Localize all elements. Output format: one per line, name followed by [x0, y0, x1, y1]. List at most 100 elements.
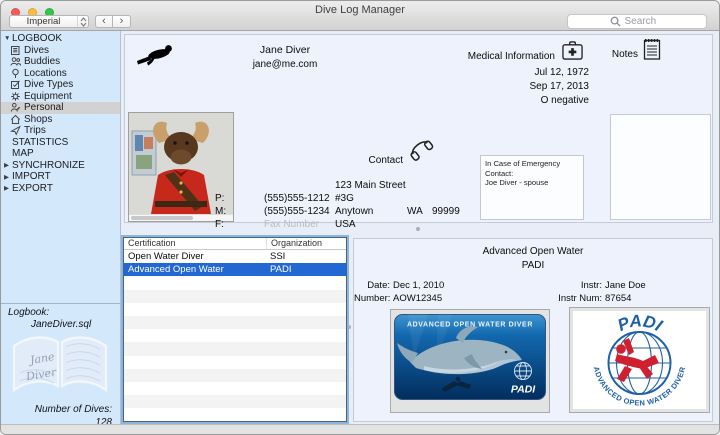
- table-row[interactable]: Open Water Diver SSI: [124, 250, 346, 263]
- notepad-icon: [643, 37, 661, 64]
- diver-email[interactable]: jane@me.com: [165, 59, 405, 70]
- titlebar: Dive Log Manager Imperial: [1, 1, 719, 31]
- logbook-illustration: Jane Diver: [4, 326, 116, 404]
- table-row-empty: [124, 303, 346, 316]
- phone-icon: [409, 138, 436, 168]
- sidebar-item-label: IMPORT: [12, 171, 51, 183]
- column-header-organization[interactable]: Organization: [266, 238, 346, 249]
- cell-organization: PADI: [270, 264, 292, 276]
- sidebar-item-statistics[interactable]: STATISTICS: [1, 137, 120, 149]
- certification-card-back[interactable]: PADI ADVANCED OPEN WATER DIVER: [569, 307, 710, 413]
- sidebar-item-label: Equipment: [24, 90, 72, 102]
- sidebar-item-label: SYNCHRONIZE: [12, 159, 85, 171]
- sidebar-item-label: Locations: [24, 67, 67, 79]
- personal-icon: [10, 102, 24, 113]
- address-state[interactable]: WA: [407, 205, 423, 218]
- medical-information-label: Medical Information: [467, 51, 555, 62]
- table-row-empty: [124, 356, 346, 369]
- table-splitter-handle[interactable]: [347, 325, 351, 329]
- table-row-empty: [124, 276, 346, 289]
- notes-label: Notes: [611, 49, 638, 60]
- certification-title: Advanced Open Water: [482, 246, 584, 257]
- number-label: Number:: [354, 293, 391, 304]
- address-country[interactable]: USA: [335, 218, 485, 231]
- certification-instructor: Instr: Jane Doe Instr Num: 87654: [474, 279, 646, 305]
- instructor-label: Instr:: [580, 280, 602, 291]
- sidebar-item-trips[interactable]: Trips: [1, 125, 120, 137]
- sidebar-item-logbook[interactable]: LOGBOOK: [1, 33, 120, 45]
- sidebar: LOGBOOKDivesBuddiesLocationsDive TypesEq…: [1, 31, 121, 428]
- logbook-label: Logbook:: [8, 307, 50, 318]
- sidebar-item-label: Personal: [24, 102, 64, 114]
- table-row-empty: [124, 329, 346, 342]
- sidebar-item-import[interactable]: IMPORT: [1, 171, 120, 183]
- certification-organization: PADI: [521, 260, 545, 271]
- sidebar-item-locations[interactable]: Locations: [1, 68, 120, 80]
- blood-type[interactable]: O negative: [445, 94, 589, 108]
- address-line2[interactable]: #3G: [335, 192, 485, 205]
- sidebar-item-buddies[interactable]: Buddies: [1, 56, 120, 68]
- sidebar-item-dives[interactable]: Dives: [1, 45, 120, 57]
- table-body: Open Water Diver SSI Advanced Open Water PA…: [124, 250, 346, 421]
- sidebar-item-personal[interactable]: Personal: [1, 102, 120, 114]
- sidebar-item-equipment[interactable]: Equipment: [1, 91, 120, 103]
- instructor-value[interactable]: Jane Doe: [605, 280, 646, 291]
- sidebar-item-shops[interactable]: Shops: [1, 114, 120, 126]
- sidebar-item-label: MAP: [12, 148, 34, 160]
- diver-name[interactable]: Jane Diver: [165, 44, 405, 56]
- instructor-num-value[interactable]: 87654: [605, 293, 631, 304]
- column-header-certification[interactable]: Certification: [124, 238, 266, 249]
- dives-icon: [10, 45, 24, 56]
- contact-label: Contact: [368, 155, 403, 166]
- mobile-label: M:: [215, 206, 227, 217]
- sidebar-item-label: Trips: [24, 125, 46, 137]
- search-field[interactable]: [567, 14, 707, 29]
- cell-organization: SSI: [270, 251, 286, 263]
- forward-button[interactable]: [113, 15, 131, 28]
- sidebar-item-map[interactable]: MAP: [1, 148, 120, 160]
- number-value[interactable]: AOW12345: [393, 293, 442, 304]
- phone-label: P:: [215, 193, 225, 204]
- address-line1[interactable]: 123 Main Street: [335, 179, 485, 192]
- emergency-contact-line2: Joe Diver - spouse: [485, 178, 549, 187]
- units-dropdown[interactable]: Imperial: [9, 15, 89, 28]
- disclosure-triangle[interactable]: [4, 161, 12, 169]
- splitter-handle[interactable]: [416, 227, 420, 231]
- table-row-empty: [124, 408, 346, 421]
- medical-dates: Jul 12, 1972 Sep 17, 2013 O negative: [445, 66, 590, 109]
- disclosure-triangle[interactable]: [4, 173, 12, 181]
- medical-exam-date[interactable]: Sep 17, 2013: [445, 80, 590, 94]
- search-input[interactable]: [624, 16, 665, 27]
- sidebar-item-label: STATISTICS: [12, 136, 69, 148]
- window-bottom-bar: [1, 424, 719, 434]
- birth-date[interactable]: Jul 12, 1972: [445, 66, 590, 80]
- date-value[interactable]: Dec 1, 2010: [393, 280, 444, 291]
- table-row-empty: [124, 368, 346, 382]
- sidebar-item-synchronize[interactable]: SYNCHRONIZE: [1, 160, 120, 172]
- date-label: Date:: [367, 280, 390, 291]
- table-row-empty: [124, 289, 346, 303]
- sidebar-item-label: Shops: [24, 113, 53, 125]
- dive-types-icon: [10, 79, 24, 90]
- sidebar-item-export[interactable]: EXPORT: [1, 183, 120, 195]
- trips-icon: [10, 125, 24, 136]
- emergency-contact-box[interactable]: In Case of Emergency Contact: Joe Diver …: [480, 155, 584, 220]
- table-row-empty: [124, 315, 346, 330]
- certification-card-front[interactable]: ADVANCED OPEN WATER DIVER PADI: [390, 309, 550, 413]
- instructor-num-label: Instr Num:: [558, 293, 602, 304]
- fax-label: F:: [215, 219, 224, 230]
- notes-textarea[interactable]: [610, 114, 711, 220]
- sidebar-item-dive-types[interactable]: Dive Types: [1, 79, 120, 91]
- nav-buttons: [95, 15, 131, 28]
- back-button[interactable]: [95, 15, 113, 28]
- address-city[interactable]: Anytown: [335, 206, 373, 217]
- disclosure-triangle[interactable]: [4, 35, 12, 42]
- certification-date-number: Date: Dec 1, 2010 Number: AOW12345: [354, 279, 444, 305]
- disclosure-triangle[interactable]: [4, 184, 12, 192]
- fax-field[interactable]: Fax Number: [264, 219, 319, 230]
- address-zip[interactable]: 99999: [432, 205, 460, 218]
- phone-field[interactable]: (555)555-1212: [264, 193, 330, 204]
- table-row[interactable]: Advanced Open Water PADI: [124, 263, 346, 277]
- table-row-empty: [124, 342, 346, 356]
- mobile-field[interactable]: (555)555-1234: [264, 206, 330, 217]
